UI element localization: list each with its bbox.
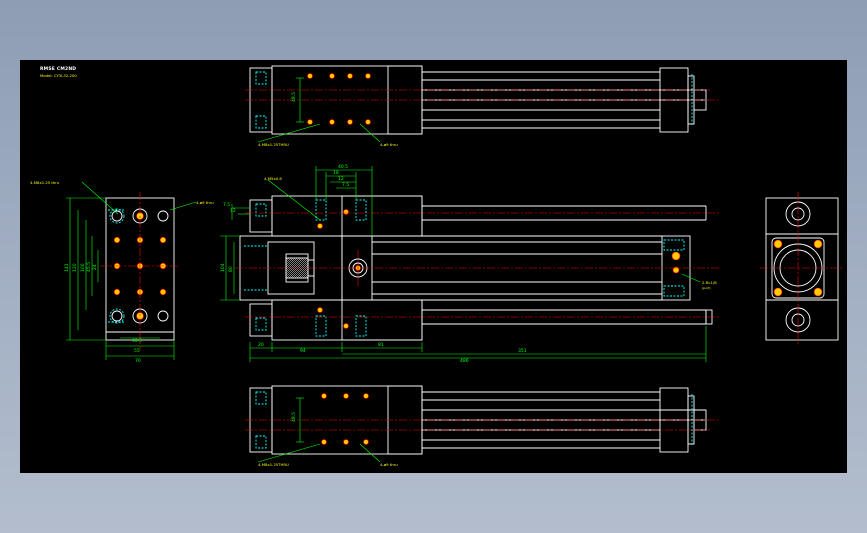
left-dim-h4: 45.5 — [86, 262, 92, 272]
front-callout-1: 4-M5x0.8 — [264, 176, 282, 181]
bottom-view-dim-label: 48.5 — [291, 412, 297, 422]
left-callout-1: 4-M8x1.25 thru — [30, 180, 60, 185]
cad-drawing-canvas: RMSE CM2ND Model: CY3L32-200 48.5 4-M8x1… — [20, 60, 847, 473]
top-view-dim-label: 48.5 — [291, 92, 297, 102]
left-dim-h2: 120 — [72, 263, 78, 272]
bottom-callout-1: 4-M8x1.25THRU — [258, 462, 289, 467]
front-dim-h2: 80 — [228, 266, 234, 272]
front-dim-left-1: 7.5 — [223, 202, 230, 208]
left-callout-2: 4-ø9 thru — [196, 200, 214, 205]
top-callout-1: 4-M8x1.25THRU — [258, 142, 289, 147]
front-dim-total-1: 486 — [460, 358, 469, 364]
front-dim-top-4: 7.5 — [342, 182, 349, 188]
right-port-label: 2-Rc1/8 — [702, 280, 717, 285]
front-dim-top-2: 18 — [333, 170, 339, 176]
left-dim-inner: 55 — [134, 348, 140, 354]
left-dim-h3: 100 — [80, 263, 86, 272]
front-dim-left-2: 12 — [230, 208, 236, 214]
front-dim-total-2: 351 — [518, 348, 527, 354]
right-end-view — [760, 192, 844, 346]
front-dim-top-3: 12 — [338, 176, 344, 182]
cad-drawing-svg: 48.5 4-M8x1.25THRU 4-ø9 thru 4-M8x1.25 t… — [30, 65, 844, 467]
front-dim-bottom-3: 81 — [378, 342, 384, 348]
right-port-label-2: (port) — [702, 286, 711, 290]
bottom-callout-2: 4-ø9 thru — [380, 462, 398, 467]
front-dim-bottom-2: 94 — [300, 348, 306, 354]
left-dim-width: 70 — [135, 358, 141, 364]
left-dim-h5: 24 — [92, 264, 98, 270]
bottom-view — [245, 385, 720, 463]
front-dim-h1: 104 — [220, 263, 226, 272]
left-dim-bottom: 40.5 — [132, 338, 142, 344]
top-view — [245, 65, 720, 143]
front-view — [220, 166, 720, 362]
front-dim-top-1: 40.5 — [338, 164, 348, 170]
left-dim-h1: 141 — [64, 263, 70, 272]
top-callout-2: 4-ø9 thru — [380, 142, 398, 147]
front-dim-bottom-1: 20 — [258, 342, 264, 348]
